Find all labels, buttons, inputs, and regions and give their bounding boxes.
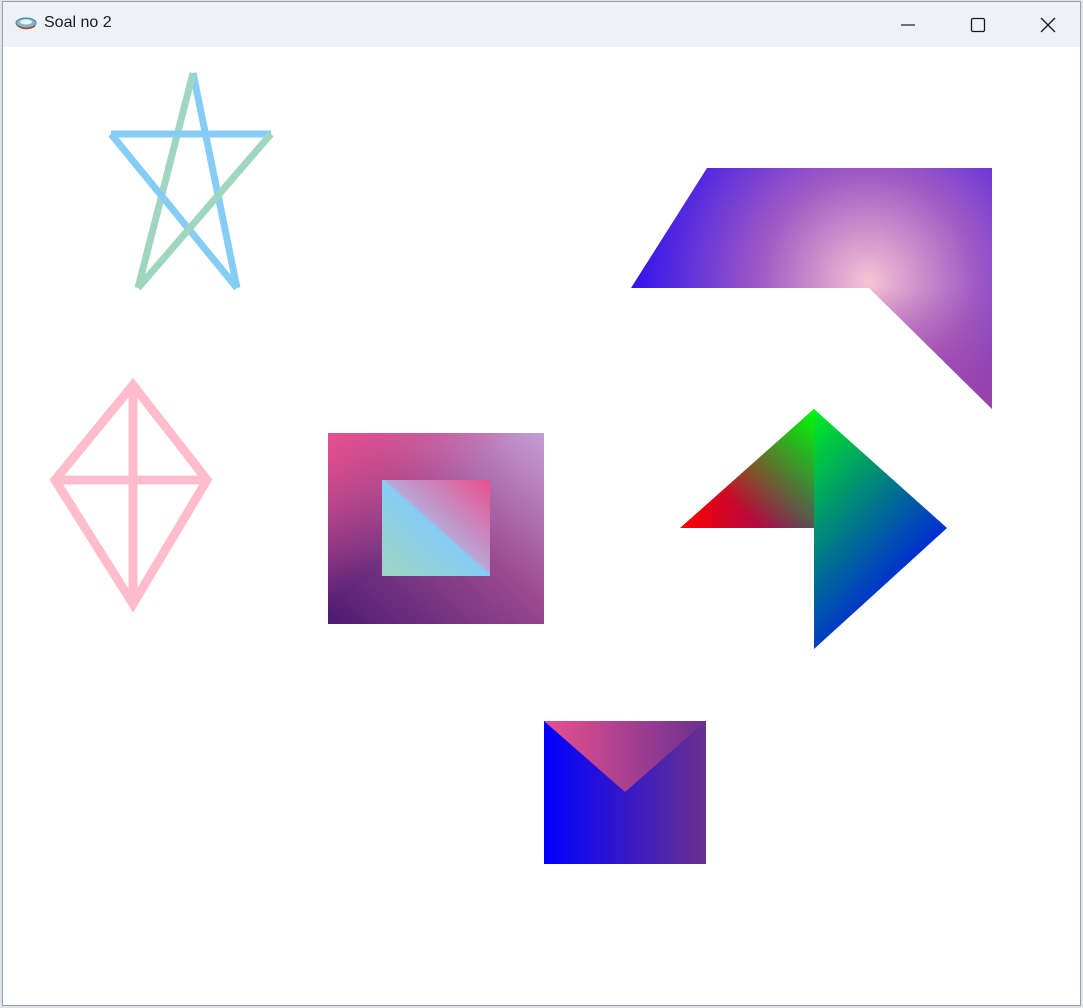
star-shape	[108, 72, 274, 291]
window-title: Soal no 2	[44, 14, 112, 31]
gradient-arrow-shape	[680, 409, 947, 649]
close-button[interactable]	[1014, 2, 1080, 47]
gradient-envelope-shape	[544, 721, 706, 864]
close-icon	[1040, 17, 1056, 33]
app-window: Soal no 2	[2, 1, 1081, 1006]
java-cup-icon	[15, 15, 39, 33]
maximize-button[interactable]	[944, 2, 1012, 47]
title-bar[interactable]: Soal no 2	[3, 2, 1080, 47]
gradient-square-shape	[328, 433, 544, 624]
minimize-button[interactable]	[874, 2, 942, 47]
minimize-icon	[900, 17, 916, 33]
maximize-icon	[970, 17, 986, 33]
gradient-banner-shape	[631, 168, 992, 409]
canvas-svg	[49, 72, 992, 864]
kite-shape	[49, 377, 213, 613]
drawing-canvas	[3, 47, 1080, 1005]
